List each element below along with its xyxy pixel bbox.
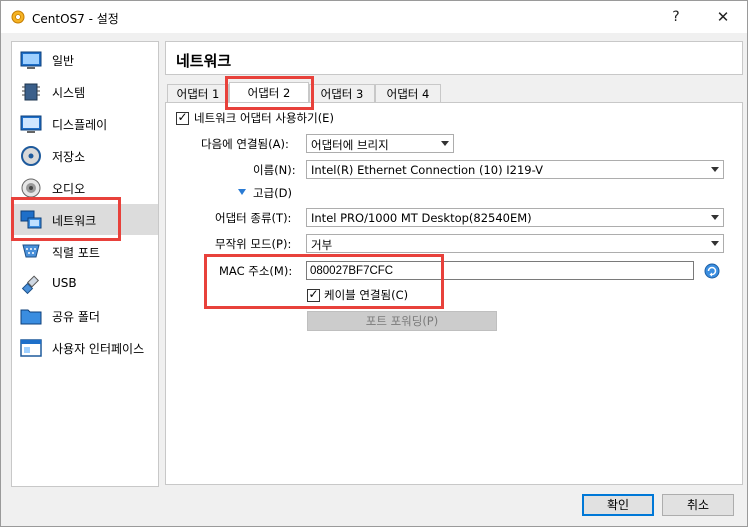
ok-button[interactable]: 확인 [582,494,654,516]
chevron-down-icon [711,215,719,220]
promiscuous-mode-select[interactable]: 거부 [306,234,724,253]
adapter-type-value: Intel PRO/1000 MT Desktop(82540EM) [311,211,532,225]
tab-adapter-2[interactable]: 어댑터 2 [229,82,309,103]
sidebar-item-usb[interactable]: USB [12,268,158,299]
sidebar-item-label: 디스플레이 [52,118,108,132]
sidebar-item-network[interactable]: 네트워크 [12,204,158,235]
promiscuous-mode-label: 무작위 모드(P): [215,237,292,251]
sidebar-item-system[interactable]: 시스템 [12,76,158,107]
attached-to-label: 다음에 연결됨(A): [201,137,289,151]
port-forwarding-button[interactable]: 포트 포워딩(P) [307,311,497,331]
adapter-type-select[interactable]: Intel PRO/1000 MT Desktop(82540EM) [306,208,724,227]
window-title: CentOS7 - 설정 [32,12,119,26]
sidebar-item-audio[interactable]: 오디오 [12,172,158,203]
serial-port-icon [22,244,40,258]
sidebar-item-label: 시스템 [52,86,86,100]
chevron-down-icon [711,167,719,172]
section-title: 네트워크 [176,52,232,70]
adapter-name-select[interactable]: Intel(R) Ethernet Connection (10) I219-V [306,160,724,179]
tab-adapter-3[interactable]: 어댑터 3 [309,84,375,102]
sidebar-item-label: 사용자 인터페이스 [52,342,145,356]
sidebar-item-label: 네트워크 [52,214,97,228]
check-mark-icon: ✓ [177,110,188,124]
user-interface-icon [20,339,42,357]
sidebar-item-label: 직렬 포트 [52,246,100,260]
settings-sidebar: 일반 시스템 디스플레이 저장소 오디오 네트워크 직렬 포트 USB 공유 폴… [11,41,159,487]
expand-triangle-icon[interactable] [238,189,246,195]
cable-connected-checkbox[interactable]: ✓ [307,287,320,302]
cancel-button[interactable]: 취소 [662,494,734,516]
cable-connected-label: 케이블 연결됨(C) [324,288,409,302]
virtualbox-app-icon [11,10,25,24]
sidebar-item-label: 일반 [52,54,75,68]
name-label: 이름(N): [253,163,296,177]
sidebar-item-label: USB [52,276,77,290]
tab-adapter-4[interactable]: 어댑터 4 [375,84,441,102]
sidebar-item-general[interactable]: 일반 [12,44,158,75]
chevron-down-icon [711,241,719,246]
usb-icon [21,275,40,295]
refresh-mac-icon[interactable] [704,263,720,279]
enable-adapter-label: 네트워크 어댑터 사용하기(E) [194,111,334,125]
sidebar-item-storage[interactable]: 저장소 [12,140,158,171]
sidebar-item-label: 저장소 [52,150,86,164]
promiscuous-mode-value: 거부 [311,238,333,252]
check-mark-icon: ✓ [308,287,319,301]
title-bar: CentOS7 - 설정 ? ✕ [1,1,747,33]
mac-address-label: MAC 주소(M): [219,264,293,278]
section-header: 네트워크 [165,41,743,75]
sidebar-item-label: 공유 폴더 [52,310,100,324]
close-button[interactable]: ✕ [700,1,746,33]
sidebar-item-label: 오디오 [52,182,86,196]
audio-speaker-icon [21,178,41,198]
mac-address-input[interactable] [306,261,694,280]
attached-to-value: 어댑터에 브리지 [311,138,389,152]
enable-adapter-checkbox[interactable]: ✓ [176,110,189,125]
shared-folder-icon [20,309,42,325]
display-monitor-icon [20,115,42,133]
advanced-toggle[interactable]: 고급(D) [253,185,292,201]
sidebar-item-shared-folder[interactable]: 공유 폴더 [12,300,158,331]
help-button[interactable]: ? [653,1,699,33]
attached-to-select[interactable]: 어댑터에 브리지 [306,134,454,153]
settings-window: CentOS7 - 설정 ? ✕ 일반 시스템 디스플레이 저장소 오디오 네트… [0,0,748,527]
sidebar-item-serial-port[interactable]: 직렬 포트 [12,236,158,267]
sidebar-item-display[interactable]: 디스플레이 [12,108,158,139]
adapter-type-label: 어댑터 종류(T): [215,211,292,225]
chevron-down-icon [441,141,449,146]
sidebar-item-user-interface[interactable]: 사용자 인터페이스 [12,332,158,363]
adapter-name-value: Intel(R) Ethernet Connection (10) I219-V [311,163,543,177]
system-chip-icon [22,83,40,101]
tab-adapter-1[interactable]: 어댑터 1 [167,84,229,102]
general-monitor-icon [20,51,42,69]
storage-disk-icon [21,146,41,166]
network-icon [20,210,42,229]
